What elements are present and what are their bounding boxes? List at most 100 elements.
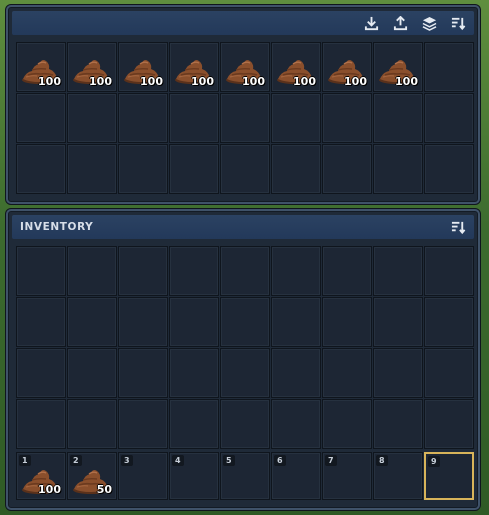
inventory-actions bbox=[448, 215, 468, 239]
item-quantity: 100 bbox=[140, 75, 163, 88]
inventory-slot[interactable] bbox=[373, 144, 423, 194]
inventory-slot[interactable] bbox=[322, 348, 372, 398]
inventory-slot[interactable]: 100 bbox=[271, 42, 321, 92]
inventory-slot[interactable] bbox=[424, 144, 474, 194]
inventory-slot[interactable] bbox=[373, 297, 423, 347]
hotbar-slot-2[interactable]: 2 50 bbox=[67, 452, 117, 500]
inventory-slot[interactable] bbox=[118, 348, 168, 398]
inventory-slot[interactable] bbox=[169, 348, 219, 398]
inventory-slot[interactable] bbox=[118, 246, 168, 296]
inventory-slot[interactable] bbox=[373, 399, 423, 449]
inventory-slot[interactable]: 100 bbox=[220, 42, 270, 92]
inventory-slot[interactable] bbox=[67, 93, 117, 143]
item-quantity: 100 bbox=[395, 75, 418, 88]
hotbar-slot-3[interactable]: 3 bbox=[118, 452, 168, 500]
inventory-slot[interactable] bbox=[373, 246, 423, 296]
hotbar-slot-1[interactable]: 1 100 bbox=[16, 452, 66, 500]
hotbar-slot-7[interactable]: 7 bbox=[322, 452, 372, 500]
item-quantity: 100 bbox=[191, 75, 214, 88]
inventory-slot[interactable] bbox=[271, 93, 321, 143]
inventory-slot[interactable]: 100 bbox=[67, 42, 117, 92]
inventory-slot[interactable] bbox=[424, 93, 474, 143]
inventory-grid: 1 100 2 50 3 4 5 6 7 8 9 bbox=[16, 246, 474, 500]
inventory-header: INVENTORY bbox=[12, 215, 474, 239]
inventory-title: INVENTORY bbox=[20, 221, 94, 233]
inventory-slot[interactable] bbox=[16, 348, 66, 398]
inventory-slot[interactable] bbox=[373, 93, 423, 143]
inventory-slot[interactable]: 100 bbox=[169, 42, 219, 92]
item-quantity: 100 bbox=[38, 483, 61, 496]
hotbar-slot-4[interactable]: 4 bbox=[169, 452, 219, 500]
inventory-slot[interactable] bbox=[67, 246, 117, 296]
container-header bbox=[12, 11, 474, 35]
inventory-slot[interactable] bbox=[16, 399, 66, 449]
inventory-slot[interactable] bbox=[169, 144, 219, 194]
inventory-slot[interactable] bbox=[220, 144, 270, 194]
inventory-slot[interactable] bbox=[169, 399, 219, 449]
deposit-button[interactable] bbox=[361, 13, 381, 33]
inventory-slot[interactable] bbox=[169, 297, 219, 347]
item-quantity: 50 bbox=[96, 483, 112, 496]
inventory-slot[interactable] bbox=[67, 297, 117, 347]
inventory-slot[interactable] bbox=[271, 399, 321, 449]
inventory-slot[interactable] bbox=[169, 93, 219, 143]
inventory-slot[interactable] bbox=[67, 399, 117, 449]
inventory-slot[interactable] bbox=[424, 246, 474, 296]
hotkey-label: 5 bbox=[223, 455, 235, 466]
inventory-slot[interactable] bbox=[220, 93, 270, 143]
inventory-slot[interactable] bbox=[118, 399, 168, 449]
inventory-sort-button[interactable] bbox=[448, 217, 468, 237]
inventory-slot[interactable] bbox=[118, 93, 168, 143]
inventory-slot[interactable] bbox=[118, 144, 168, 194]
item-quantity: 100 bbox=[89, 75, 112, 88]
inventory-slot[interactable] bbox=[118, 297, 168, 347]
inventory-slot[interactable] bbox=[16, 297, 66, 347]
hotkey-label: 6 bbox=[274, 455, 286, 466]
inventory-slot[interactable] bbox=[424, 297, 474, 347]
inventory-slot[interactable] bbox=[271, 297, 321, 347]
take-all-button[interactable] bbox=[390, 13, 410, 33]
inventory-slot[interactable] bbox=[424, 399, 474, 449]
inventory-slot[interactable] bbox=[373, 348, 423, 398]
inventory-slot[interactable] bbox=[271, 348, 321, 398]
container-panel: 100 100 100 100 100 100 100 100 bbox=[6, 5, 480, 204]
inventory-slot[interactable] bbox=[16, 144, 66, 194]
inventory-slot[interactable] bbox=[271, 246, 321, 296]
inventory-panel: INVENTORY 1 100 2 50 3 4 5 6 7 8 9 bbox=[6, 209, 480, 510]
inventory-slot[interactable]: 100 bbox=[118, 42, 168, 92]
inventory-slot[interactable]: 100 bbox=[16, 42, 66, 92]
layers-icon bbox=[422, 16, 436, 31]
inventory-slot[interactable] bbox=[220, 297, 270, 347]
inventory-slot[interactable] bbox=[322, 246, 372, 296]
inventory-slot[interactable] bbox=[322, 399, 372, 449]
stack-button[interactable] bbox=[419, 13, 439, 33]
hotbar-slot-9[interactable]: 9 bbox=[424, 452, 474, 500]
hotkey-label: 4 bbox=[172, 455, 184, 466]
inventory-slot[interactable] bbox=[16, 246, 66, 296]
inventory-slot[interactable] bbox=[271, 144, 321, 194]
hotkey-label: 9 bbox=[428, 456, 440, 467]
item-quantity: 100 bbox=[242, 75, 265, 88]
hotbar-slot-5[interactable]: 5 bbox=[220, 452, 270, 500]
inventory-slot[interactable] bbox=[424, 348, 474, 398]
inventory-slot[interactable] bbox=[16, 93, 66, 143]
inventory-slot[interactable] bbox=[169, 246, 219, 296]
inventory-slot[interactable]: 100 bbox=[322, 42, 372, 92]
upload-icon bbox=[393, 15, 407, 30]
inventory-slot[interactable] bbox=[424, 42, 474, 92]
inventory-slot[interactable] bbox=[67, 144, 117, 194]
hotbar-slot-6[interactable]: 6 bbox=[271, 452, 321, 500]
inventory-slot[interactable] bbox=[220, 399, 270, 449]
inventory-slot[interactable] bbox=[322, 144, 372, 194]
sort-icon bbox=[451, 221, 465, 234]
inventory-slot[interactable] bbox=[322, 93, 372, 143]
hotkey-label: 7 bbox=[325, 455, 337, 466]
hotbar-slot-8[interactable]: 8 bbox=[373, 452, 423, 500]
inventory-slot[interactable] bbox=[322, 297, 372, 347]
hotkey-label: 8 bbox=[376, 455, 388, 466]
inventory-slot[interactable] bbox=[220, 348, 270, 398]
sort-button[interactable] bbox=[448, 13, 468, 33]
inventory-slot[interactable] bbox=[67, 348, 117, 398]
inventory-slot[interactable]: 100 bbox=[373, 42, 423, 92]
inventory-slot[interactable] bbox=[220, 246, 270, 296]
